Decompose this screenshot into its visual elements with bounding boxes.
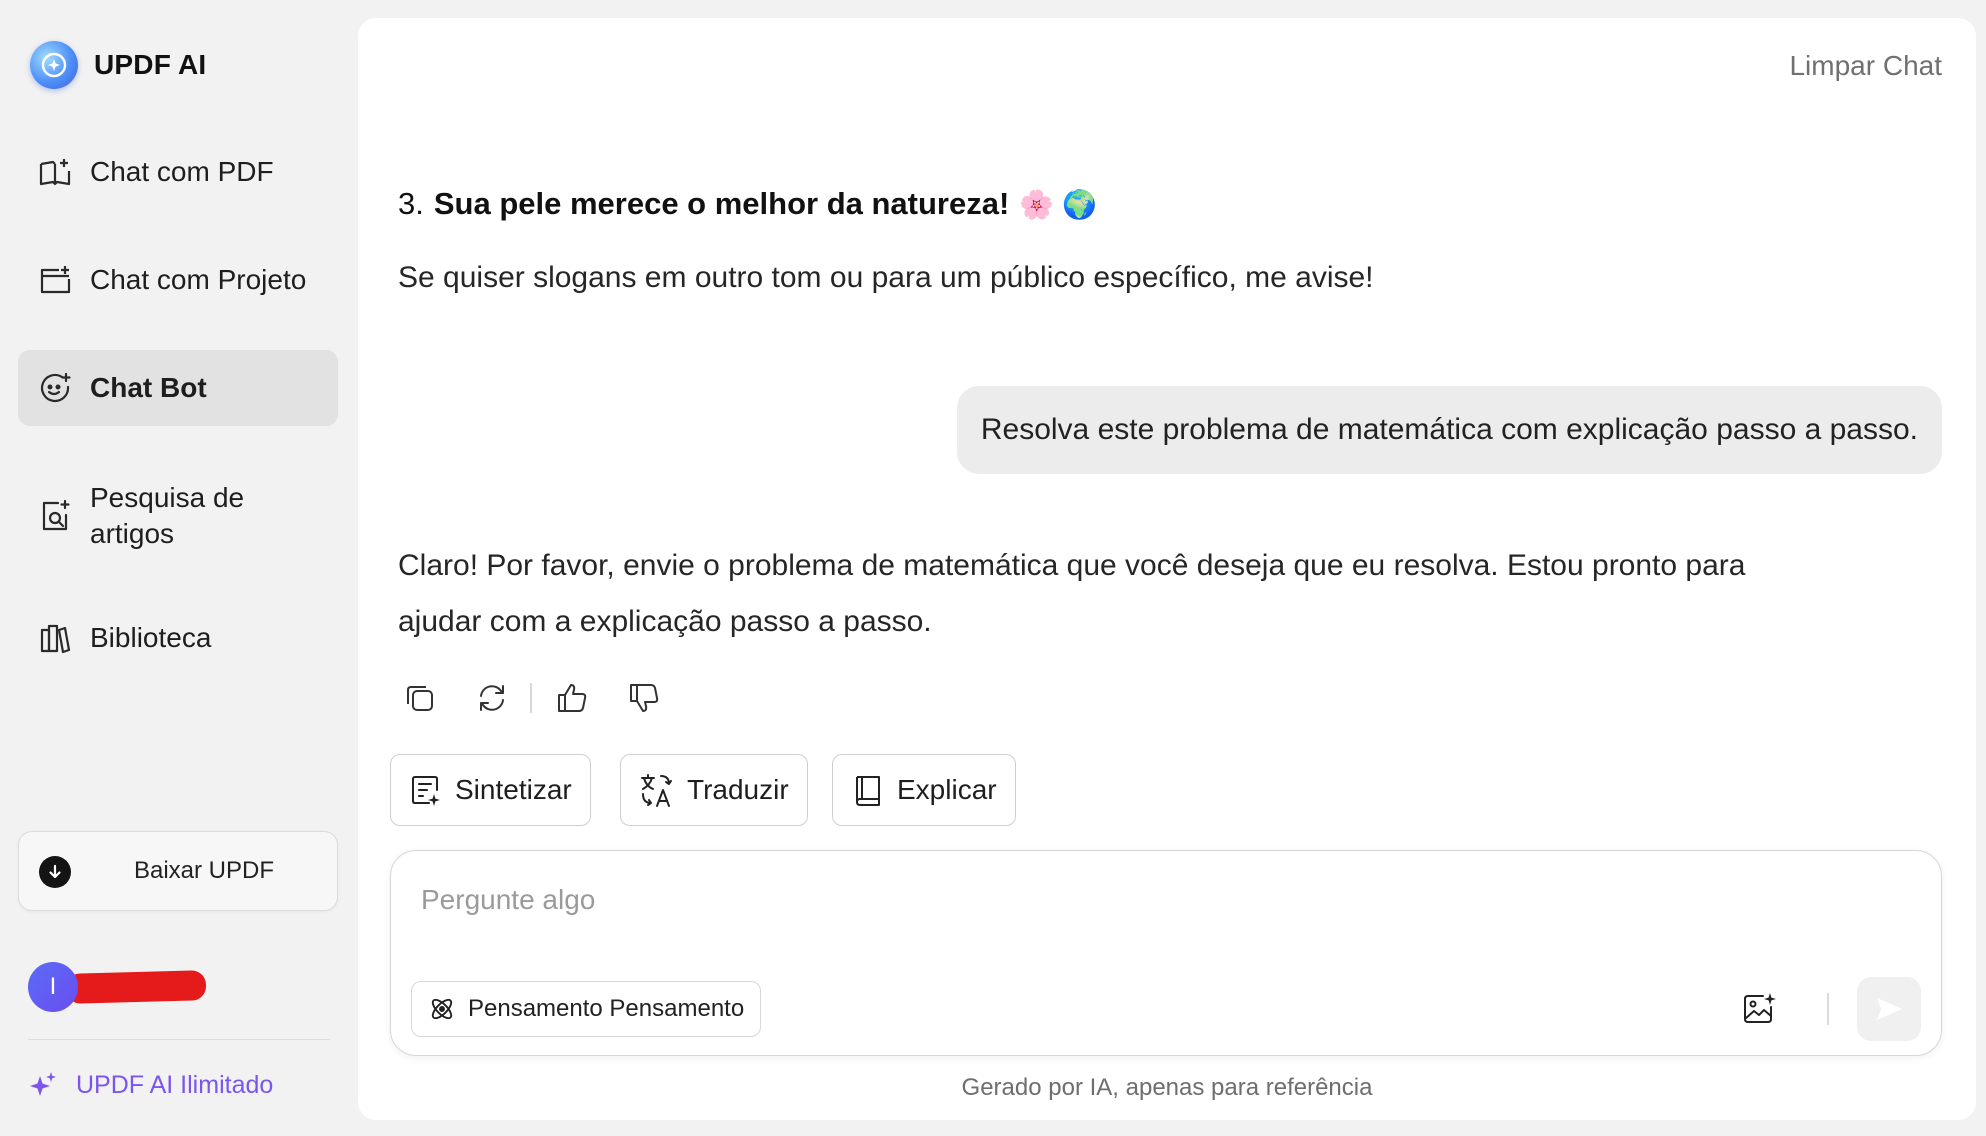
- assistant-followup: Se quiser slogans em outro tom ou para u…: [398, 261, 1374, 294]
- message-actions: [400, 678, 664, 718]
- assistant-reply-line: Claro! Por favor, envie o problema de ma…: [398, 549, 1746, 582]
- slogan-line: 3. Sua pele merece o melhor da natureza!…: [398, 186, 1097, 222]
- unlimited-label: UPDF AI Ilimitado: [76, 1070, 274, 1099]
- sidebar-item-label: Chat com Projeto: [90, 264, 307, 295]
- download-label: Baixar UPDF: [133, 857, 275, 884]
- translate-label: Traduzir: [687, 774, 789, 805]
- sidebar-item-chat-pdf[interactable]: Chat com PDF: [18, 146, 338, 198]
- download-icon: [39, 856, 71, 888]
- document-search-icon: [38, 499, 72, 533]
- user-message-text: Resolva este problema de matemática com …: [980, 413, 1918, 446]
- brand[interactable]: UPDF AI: [30, 40, 206, 90]
- summarize-icon: [409, 773, 443, 807]
- input-divider: [1827, 993, 1829, 1025]
- user-message-bubble: Resolva este problema de matemática com …: [956, 386, 1942, 474]
- sidebar-item-chat-projeto[interactable]: Chat com Projeto: [18, 254, 338, 306]
- sidebar-divider: [28, 1039, 330, 1040]
- copy-icon[interactable]: [400, 678, 440, 718]
- assistant-reply: Claro! Por favor, envie o problema de ma…: [398, 538, 1745, 650]
- clear-chat-button[interactable]: Limpar Chat: [1789, 50, 1942, 82]
- sidebar: UPDF AI Chat com PDF Chat com Projeto Ch…: [0, 0, 358, 1136]
- redacted-username: [65, 970, 207, 1004]
- avatar: I: [28, 962, 78, 1012]
- send-button[interactable]: [1857, 977, 1921, 1041]
- ai-disclaimer: Gerado por IA, apenas para referência: [961, 1074, 1373, 1101]
- slogan-text: Sua pele merece o melhor da natureza!: [433, 186, 1010, 221]
- thinking-label: Pensamento Pensamento: [468, 995, 745, 1022]
- updf-ai-unlimited-link[interactable]: UPDF AI Ilimitado: [28, 1070, 273, 1100]
- chat-panel: Limpar Chat 3. Sua pele merece o melhor …: [358, 18, 1976, 1120]
- sidebar-item-chat-bot[interactable]: Chat Bot: [18, 350, 338, 426]
- translate-button[interactable]: Traduzir: [620, 754, 808, 826]
- thumbs-up-icon[interactable]: [552, 678, 592, 718]
- download-updf-button[interactable]: Baixar UPDF: [18, 831, 338, 911]
- send-icon: [1874, 994, 1904, 1024]
- sidebar-item-label: Chat com PDF: [90, 156, 274, 187]
- sidebar-item-label: Biblioteca: [90, 622, 212, 653]
- sparkle-icon: [28, 1070, 58, 1100]
- atom-icon: [428, 995, 456, 1023]
- sidebar-item-label: Pesquisa de artigos: [90, 482, 245, 549]
- assistant-reply-line: ajudar com a explicação passo a passo.: [398, 605, 932, 638]
- flower-globe-emoji: 🌸 🌍: [1019, 188, 1097, 220]
- updf-ai-logo-icon: [30, 41, 78, 89]
- book-sparkle-icon: [38, 155, 72, 189]
- folder-sparkle-icon: [38, 263, 72, 297]
- bot-face-icon: [38, 371, 72, 405]
- chat-input[interactable]: [421, 877, 1821, 923]
- summarize-label: Sintetizar: [455, 774, 572, 805]
- brand-name: UPDF AI: [94, 49, 207, 80]
- sidebar-item-biblioteca[interactable]: Biblioteca: [18, 612, 338, 664]
- thinking-toggle-button[interactable]: Pensamento Pensamento: [411, 981, 762, 1037]
- summarize-button[interactable]: Sintetizar: [390, 754, 591, 826]
- regenerate-icon[interactable]: [472, 678, 512, 718]
- library-books-icon: [38, 621, 72, 655]
- actions-divider: [530, 683, 532, 713]
- book-icon: [851, 773, 885, 807]
- user-profile[interactable]: I: [28, 962, 207, 1012]
- chat-input-box: Pensamento Pensamento: [390, 850, 1942, 1056]
- translate-icon: [639, 772, 675, 808]
- slogan-number: 3.: [398, 186, 424, 221]
- explain-button[interactable]: Explicar: [832, 754, 1016, 826]
- image-upload-icon[interactable]: [1737, 987, 1781, 1031]
- sidebar-item-pesquisa-artigos[interactable]: Pesquisa de artigos: [18, 476, 338, 556]
- explain-label: Explicar: [897, 774, 997, 805]
- thumbs-down-icon[interactable]: [624, 678, 664, 718]
- sidebar-item-label: Chat Bot: [90, 372, 207, 403]
